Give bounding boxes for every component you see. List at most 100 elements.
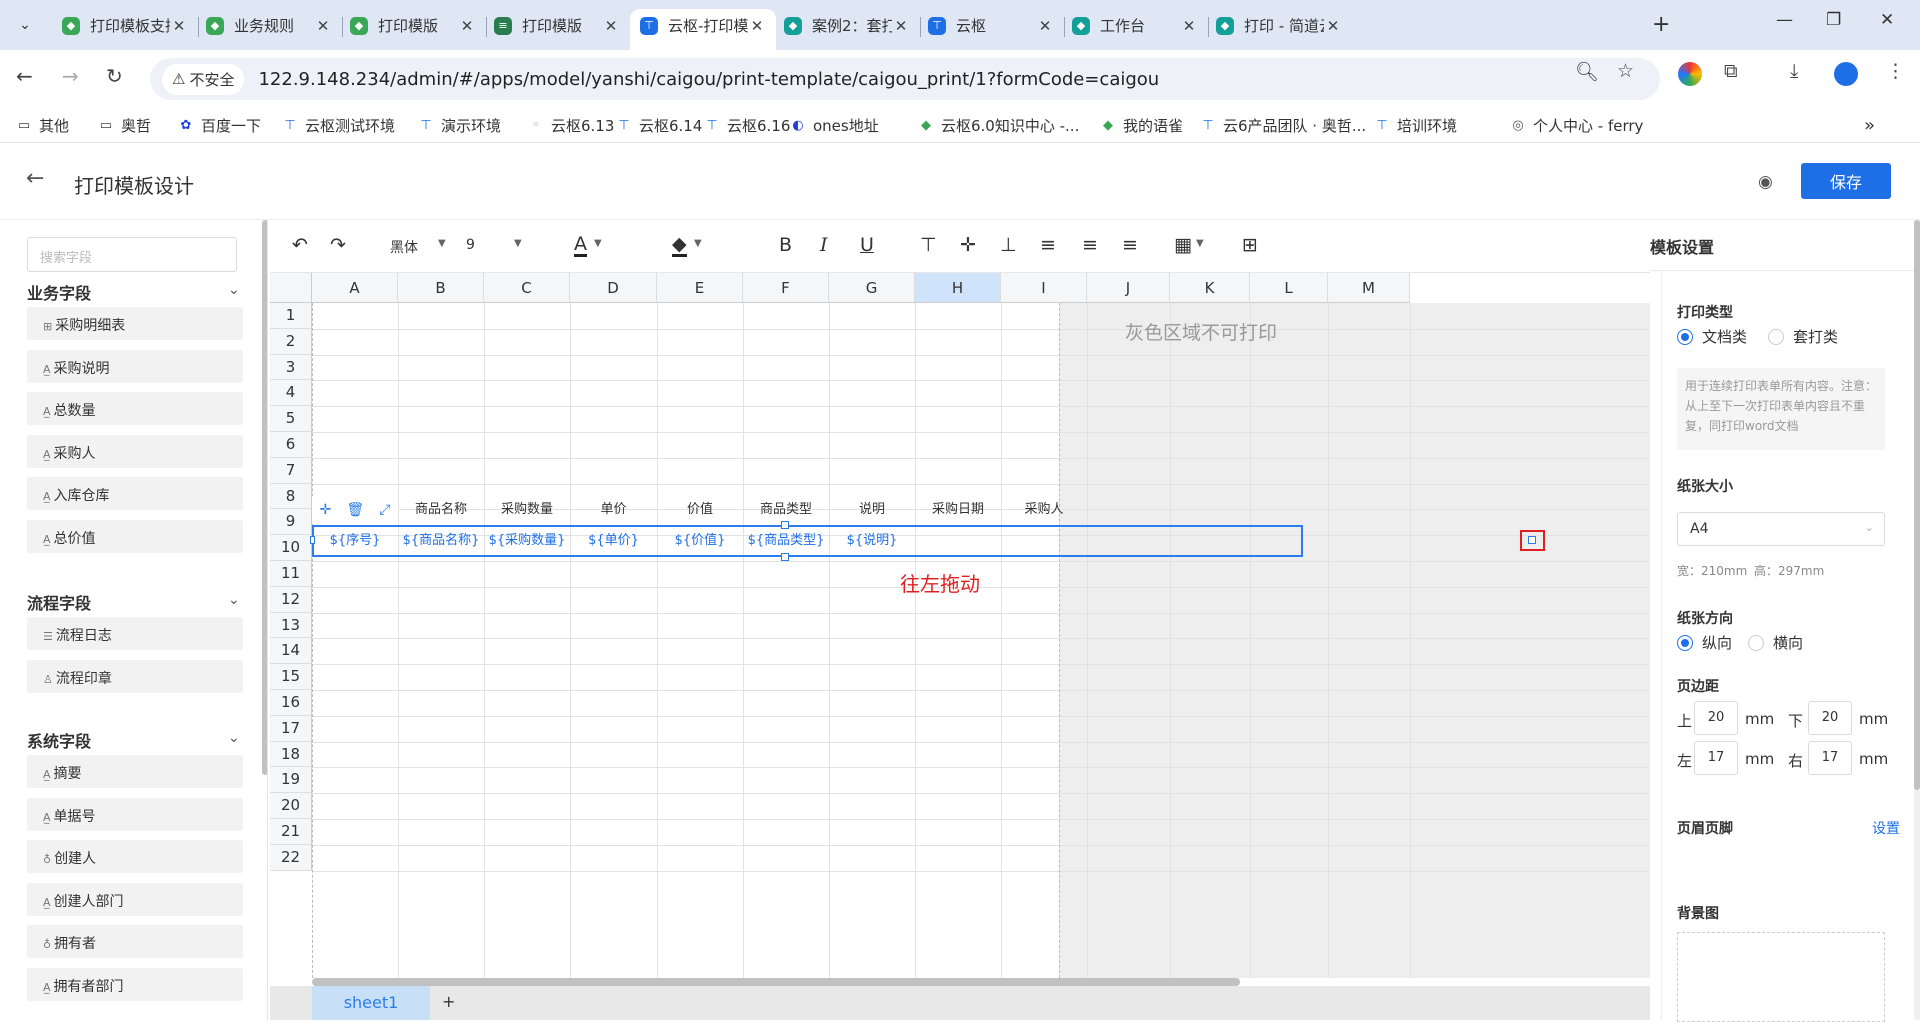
close-window-icon[interactable]: ✕ — [1880, 10, 1894, 30]
bookmark-star-icon[interactable]: ☆ — [1617, 60, 1634, 82]
security-chip[interactable]: ⚠ 不安全 — [162, 63, 245, 95]
column-header[interactable]: I — [1001, 273, 1087, 303]
column-header[interactable]: A — [312, 273, 398, 303]
chevron-down-icon[interactable]: ▼ — [438, 238, 446, 249]
new-tab-button[interactable]: + — [1652, 12, 1670, 37]
bold-icon[interactable]: B — [779, 234, 792, 256]
tab-search-button[interactable]: ⌄ — [8, 10, 42, 40]
chevron-down-icon[interactable]: ▼ — [694, 238, 702, 249]
column-header[interactable]: C — [484, 273, 570, 303]
column-header[interactable]: L — [1250, 273, 1328, 303]
row-header[interactable]: 22 — [270, 844, 312, 871]
row-header[interactable]: 19 — [270, 767, 312, 794]
font-color-icon[interactable]: A — [574, 234, 587, 257]
resize-handle-bottom[interactable] — [781, 553, 789, 561]
close-tab-icon[interactable]: ✕ — [1036, 17, 1054, 35]
restore-icon[interactable]: ❐ — [1826, 10, 1841, 30]
url-text[interactable]: 122.9.148.234/admin/#/apps/model/yanshi/… — [258, 69, 1159, 90]
column-header[interactable]: B — [398, 273, 484, 303]
browser-tab[interactable]: ◆ 打印模版 ✕ — [340, 9, 486, 50]
merge-cells-icon[interactable]: ⊞ — [1242, 234, 1258, 256]
horizontal-scrollbar[interactable] — [312, 978, 1240, 986]
back-arrow-icon[interactable]: ← — [26, 166, 44, 191]
browser-tab[interactable]: ⊤ 云枢-打印模板✕ — [630, 9, 776, 50]
table-header-cell[interactable]: 采购数量 — [484, 494, 570, 526]
undo-icon[interactable]: ↶ — [292, 234, 308, 256]
chevron-down-icon[interactable]: ▼ — [1196, 238, 1204, 249]
bookmark-item[interactable]: ⊤ 云6产品团队 · 奥哲... — [1200, 115, 1366, 136]
bookmark-item[interactable]: ⊤ 演示环境 — [418, 115, 501, 136]
orientation-landscape-radio[interactable]: 横向 — [1748, 632, 1803, 653]
close-tab-icon[interactable]: ✕ — [1180, 17, 1198, 35]
bookmark-item[interactable]: ⊤ 培训环境 — [1374, 115, 1457, 136]
row-header[interactable]: 10 — [270, 535, 312, 561]
more-bookmarks-icon[interactable]: » — [1864, 115, 1875, 136]
field-item[interactable]: A̲ 采购人 — [27, 434, 243, 468]
underline-icon[interactable]: U — [860, 234, 874, 256]
settings-scrollbar[interactable] — [1914, 220, 1920, 1020]
row-header[interactable]: 1 — [270, 303, 312, 329]
table-header-cell[interactable]: 采购日期 — [915, 494, 1001, 526]
browser-tab[interactable]: ◆ 打印 - 简道云✕ — [1206, 9, 1352, 50]
column-header[interactable]: G — [829, 273, 915, 303]
puzzle-icon[interactable]: ⧉ — [1724, 60, 1738, 82]
extension-icon[interactable] — [1678, 62, 1702, 86]
spreadsheet-grid[interactable]: ABCDEFGHIJKLM 1 2 3 4 5 6 7 8 9 10 11 12 13 14 15 16 17 1… — [270, 273, 1650, 978]
column-header[interactable]: E — [657, 273, 743, 303]
chevron-down-icon[interactable]: ⌄ — [228, 592, 240, 608]
field-item[interactable]: A̲ 入库仓库 — [27, 477, 243, 511]
table-header-cell[interactable]: 采购人 — [1001, 494, 1087, 526]
browser-tab[interactable]: ◆ 业务规则 ✕ — [196, 9, 342, 50]
align-bottom-icon[interactable]: ⊥ — [1000, 234, 1017, 256]
field-item[interactable]: A̲ 单据号 — [27, 797, 243, 831]
margin-left-input[interactable]: 17 — [1694, 741, 1738, 775]
sidebar-section-title[interactable]: 业务字段 — [27, 280, 91, 304]
field-item[interactable]: ♙ 流程印章 — [27, 659, 243, 693]
field-item[interactable]: ⊞ 采购明细表 — [27, 307, 243, 340]
profile-avatar[interactable] — [1834, 62, 1858, 86]
row-header[interactable]: 7 — [270, 457, 312, 484]
sidebar-section-title[interactable]: 流程字段 — [27, 590, 91, 614]
align-right-icon[interactable]: ≡ — [1122, 234, 1138, 256]
bookmark-item[interactable]: ◆ 我的语雀 — [1100, 115, 1183, 136]
field-item[interactable]: ♁ 拥有者 — [27, 925, 243, 959]
download-icon[interactable]: ⤓ — [1790, 60, 1798, 82]
row-header[interactable]: 15 — [270, 664, 312, 690]
field-item[interactable]: A̲ 摘要 — [27, 755, 243, 788]
save-button[interactable]: 保存 — [1801, 163, 1891, 199]
font-family-select[interactable]: 黑体 — [390, 237, 418, 257]
header-footer-settings-link[interactable]: 设置 — [1872, 818, 1900, 838]
row-header[interactable]: 14 — [270, 638, 312, 665]
row-header[interactable]: 12 — [270, 586, 312, 613]
chevron-down-icon[interactable]: ⌄ — [228, 730, 240, 746]
print-type-document-radio[interactable]: 文档类 — [1677, 326, 1747, 347]
browser-tab[interactable]: ⊤ 云枢 ✕ — [918, 9, 1064, 50]
field-search-input[interactable]: 搜索字段 — [27, 237, 237, 272]
chevron-down-icon[interactable]: ▼ — [514, 238, 522, 249]
font-size-select[interactable]: 9 — [466, 237, 475, 253]
close-tab-icon[interactable]: ✕ — [1324, 17, 1342, 35]
field-item[interactable]: ♁ 创建人 — [27, 840, 243, 874]
sheet-tab[interactable]: sheet1 — [312, 986, 430, 1020]
bookmark-item[interactable]: ▭ 奥哲 — [98, 115, 151, 136]
row-header[interactable]: 18 — [270, 741, 312, 768]
row-header[interactable]: 21 — [270, 819, 312, 845]
close-tab-icon[interactable]: ✕ — [892, 17, 910, 35]
sidebar-scrollbar[interactable] — [262, 220, 267, 775]
bookmark-item[interactable]: ⊤ 云枢6.16 — [704, 115, 790, 136]
paper-size-select[interactable]: A4 ⌄ — [1677, 512, 1885, 546]
minimize-icon[interactable]: — — [1776, 10, 1793, 30]
row-header[interactable]: 3 — [270, 354, 312, 381]
close-tab-icon[interactable]: ✕ — [458, 17, 476, 35]
chevron-down-icon[interactable]: ▼ — [594, 238, 602, 249]
table-header-cell[interactable]: 商品名称 — [398, 494, 484, 526]
close-tab-icon[interactable]: ✕ — [170, 17, 188, 35]
background-upload[interactable] — [1677, 932, 1885, 1022]
column-header[interactable]: K — [1170, 273, 1250, 303]
row-header[interactable]: 5 — [270, 406, 312, 432]
align-top-icon[interactable]: ⊤ — [920, 234, 937, 256]
align-left-icon[interactable]: ≡ — [1040, 234, 1056, 256]
back-icon[interactable]: ← — [16, 64, 33, 88]
field-item[interactable]: A̲ 总数量 — [27, 392, 243, 426]
row-header[interactable]: 17 — [270, 715, 312, 742]
